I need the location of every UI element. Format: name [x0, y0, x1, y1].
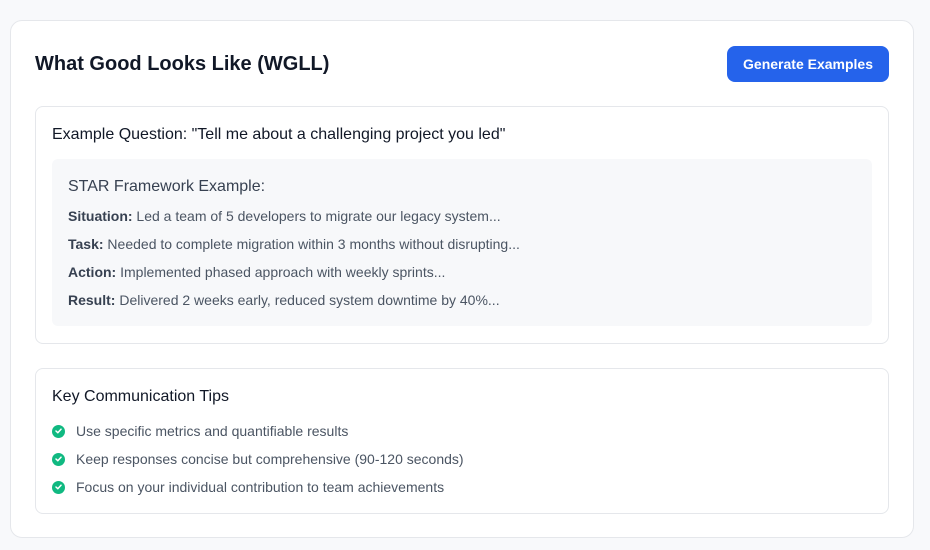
tips-title: Key Communication Tips [52, 388, 229, 405]
generate-examples-button[interactable]: Generate Examples [727, 46, 889, 82]
example-question-panel: Example Question: "Tell me about a chall… [35, 106, 889, 344]
star-text: Implemented phased approach with weekly … [116, 264, 446, 280]
star-task: Task: Needed to complete migration withi… [68, 236, 520, 252]
wgll-card: What Good Looks Like (WGLL) Generate Exa… [10, 20, 914, 538]
tip-item: Use specific metrics and quantifiable re… [52, 423, 348, 439]
star-label: Action: [68, 264, 117, 280]
star-text: Delivered 2 weeks early, reduced system … [115, 292, 500, 308]
star-result: Result: Delivered 2 weeks early, reduced… [68, 292, 500, 308]
star-label: Situation: [68, 208, 133, 224]
tip-text: Focus on your individual contribution to… [76, 479, 445, 495]
tip-item: Keep responses concise but comprehensive… [52, 451, 464, 467]
star-label: Result: [68, 292, 116, 308]
star-action: Action: Implemented phased approach with… [68, 264, 445, 280]
example-question: Example Question: "Tell me about a chall… [52, 126, 506, 143]
star-label: Task: [68, 236, 104, 252]
star-situation: Situation: Led a team of 5 developers to… [68, 208, 501, 224]
star-framework-box: STAR Framework Example: Situation: Led a… [52, 159, 872, 326]
tip-text: Use specific metrics and quantifiable re… [76, 423, 349, 439]
star-framework-title: STAR Framework Example: [68, 178, 266, 195]
star-text: Needed to complete migration within 3 mo… [103, 236, 520, 252]
card-header: What Good Looks Like (WGLL) Generate Exa… [35, 46, 889, 82]
check-circle-icon [52, 424, 65, 438]
tip-text: Keep responses concise but comprehensive… [76, 451, 464, 467]
page-title: What Good Looks Like (WGLL) [35, 52, 330, 75]
tip-item: Focus on your individual contribution to… [52, 479, 444, 495]
check-circle-icon [52, 452, 65, 466]
check-circle-icon [52, 480, 65, 494]
star-text: Led a team of 5 developers to migrate ou… [132, 208, 501, 224]
communication-tips-panel: Key Communication Tips Use specific metr… [35, 368, 889, 514]
